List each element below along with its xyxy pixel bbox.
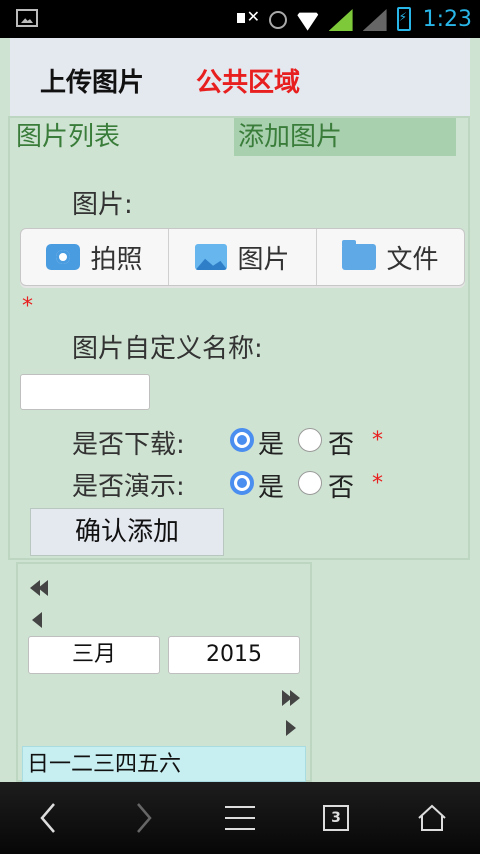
battery-icon	[396, 7, 411, 31]
download-no-radio[interactable]	[298, 428, 322, 452]
year-select[interactable]: 2015	[168, 636, 300, 674]
image-button[interactable]: 图片	[168, 229, 316, 285]
download-no-label: 否	[328, 430, 355, 460]
back-button[interactable]	[8, 782, 88, 854]
tab-add-image[interactable]: 添加图片	[234, 118, 456, 156]
forward-button[interactable]	[104, 782, 184, 854]
download-yes-label: 是	[258, 430, 285, 460]
image-notification-icon	[16, 9, 38, 27]
camera-icon	[46, 244, 81, 270]
month-select[interactable]: 三月	[28, 636, 160, 674]
image-icon	[195, 244, 228, 270]
next-month-icon[interactable]	[278, 716, 304, 740]
wifi-icon	[295, 7, 321, 31]
status-time: 1:23	[422, 6, 472, 32]
mute-icon	[235, 7, 261, 31]
signal-icon	[363, 7, 389, 31]
home-icon	[418, 804, 446, 831]
demo-no-label: 否	[328, 473, 355, 503]
browser-navbar: 3	[0, 782, 480, 854]
header: 上传图片 公共区域	[10, 38, 470, 116]
camera-label: 拍照	[90, 244, 143, 275]
tab-count: 3	[323, 805, 349, 831]
calendar-widget: 三月 2015 日一二三四五六	[16, 562, 312, 782]
alarm-icon	[268, 11, 287, 29]
demo-no-radio[interactable]	[298, 471, 322, 495]
file-button[interactable]: 文件	[316, 229, 464, 285]
status-icons: 1:23	[235, 0, 472, 38]
download-label: 是否下载:	[72, 430, 185, 460]
upload-panel: 图片列表 添加图片 图片: 拍照 图片 文件 * 图片自定义名称: 是否下载: …	[8, 116, 470, 560]
image-label: 图片:	[72, 190, 133, 220]
demo-label: 是否演示:	[72, 472, 185, 502]
camera-button[interactable]: 拍照	[21, 229, 168, 285]
menu-icon	[225, 806, 255, 830]
image-button-label: 图片	[237, 244, 290, 275]
status-bar: 1:23	[0, 0, 480, 38]
required-mark: *	[22, 294, 33, 319]
name-label: 图片自定义名称:	[72, 334, 263, 364]
tab-image-list[interactable]: 图片列表	[16, 118, 216, 156]
prev-month-icon[interactable]	[26, 608, 52, 632]
signal-icon	[329, 7, 355, 31]
menu-button[interactable]	[200, 782, 280, 854]
page-title: 上传图片	[40, 68, 145, 98]
public-area-link[interactable]: 公共区域	[196, 62, 300, 99]
image-source-buttons: 拍照 图片 文件	[20, 228, 465, 286]
download-yes-radio[interactable]	[230, 428, 254, 452]
demo-yes-label: 是	[258, 473, 285, 503]
prev-year-icon[interactable]	[28, 576, 54, 600]
name-input[interactable]	[20, 374, 150, 410]
demo-yes-radio[interactable]	[230, 471, 254, 495]
weekday-header: 日一二三四五六	[22, 746, 306, 782]
required-mark: *	[372, 428, 383, 453]
back-icon	[40, 803, 55, 833]
forward-icon	[137, 803, 152, 833]
next-year-icon[interactable]	[280, 686, 306, 710]
tabs-button[interactable]: 3	[296, 782, 376, 854]
confirm-add-button[interactable]: 确认添加	[30, 508, 224, 556]
file-label: 文件	[386, 244, 439, 275]
required-mark: *	[372, 471, 383, 496]
home-button[interactable]	[392, 782, 472, 854]
folder-icon	[342, 240, 377, 270]
